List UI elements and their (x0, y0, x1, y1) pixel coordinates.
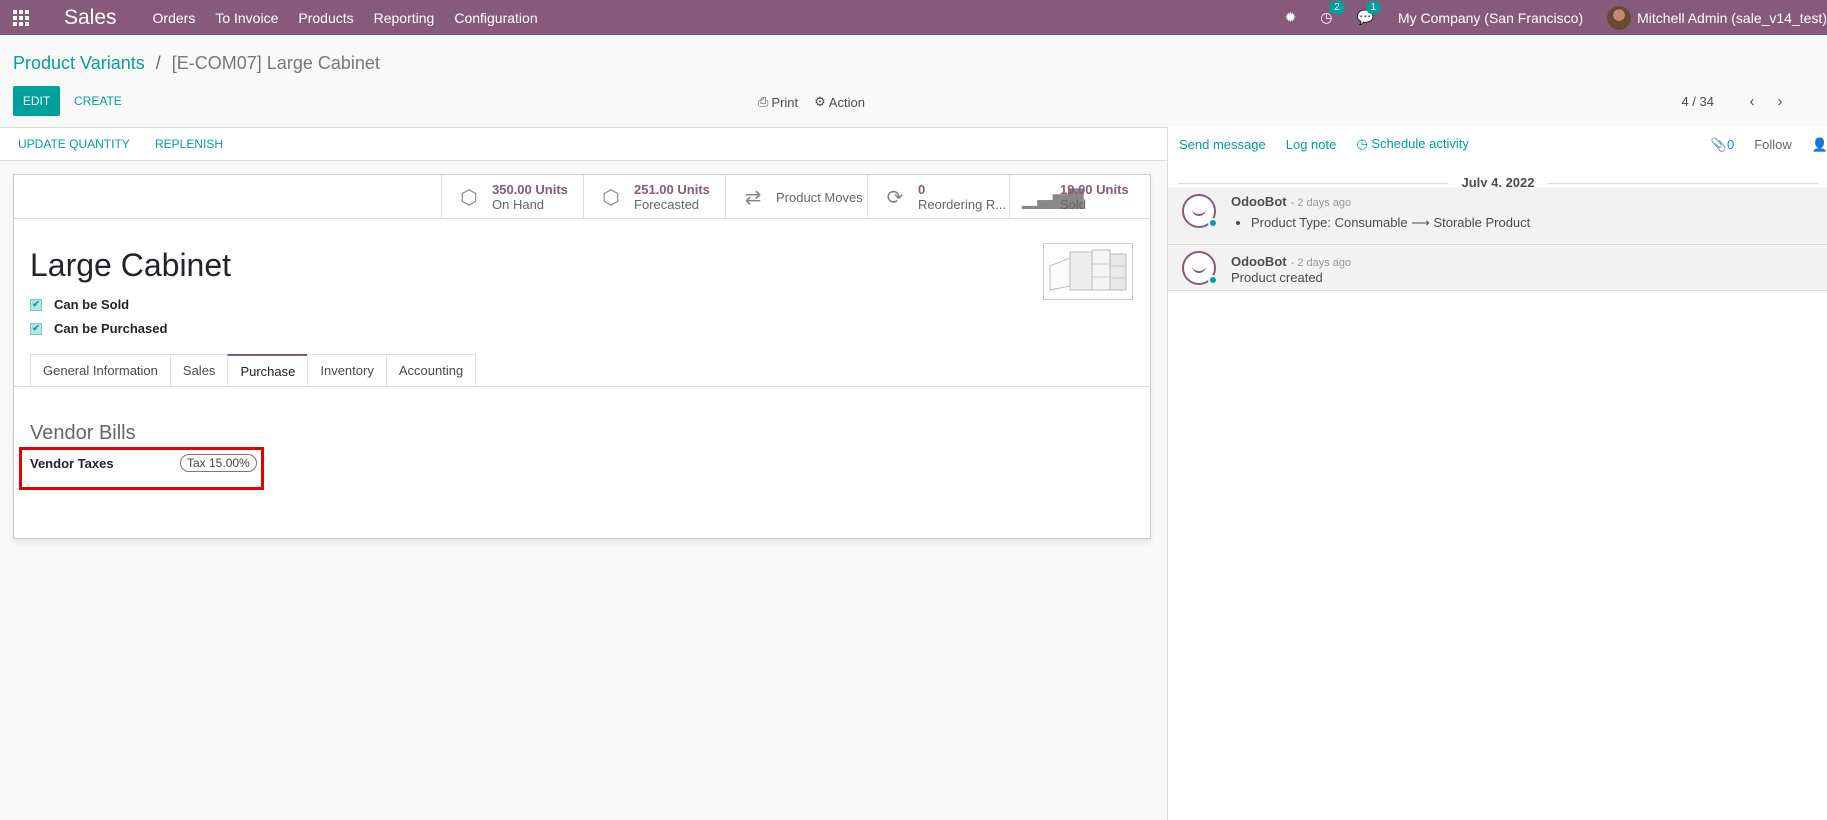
edit-button[interactable]: EDIT (13, 86, 60, 116)
tab-accounting[interactable]: Accounting (385, 354, 477, 387)
chevron-right-icon[interactable]: › (1766, 93, 1794, 110)
log-note-button[interactable]: Log note (1286, 137, 1337, 152)
company-switcher[interactable]: My Company (San Francisco) (1398, 10, 1583, 26)
sold-smart-button[interactable]: ▁▃▅▇ 19.00 Units Sold (1009, 175, 1150, 219)
cubes-icon: ⬡ (460, 186, 478, 209)
activity-count-badge: 2 (1329, 1, 1345, 14)
user-menu[interactable]: Mitchell Admin (sale_v14_test) (1607, 5, 1827, 30)
attachments-button[interactable]: 📎0 (1711, 137, 1734, 153)
breadcrumb-product-variants[interactable]: Product Variants (13, 53, 145, 73)
vendor-taxes-label: Vendor Taxes (30, 456, 114, 471)
can-be-sold-checkbox[interactable]: ✔ Can be Sold (30, 297, 129, 312)
chatter-panel: Send message Log note ◷ Schedule activit… (1167, 127, 1827, 820)
message-author[interactable]: OdooBot (1231, 254, 1287, 269)
schedule-activity-button[interactable]: ◷ Schedule activity (1356, 136, 1469, 152)
tabs-divider (14, 386, 1150, 387)
messaging-chat-icon[interactable]: 💬 1 (1357, 1, 1382, 26)
menu-reporting[interactable]: Reporting (374, 10, 435, 26)
followers-user-icon[interactable]: 👤 (1812, 137, 1827, 153)
heart-icon (1208, 275, 1218, 285)
menu-orders[interactable]: Orders (153, 10, 196, 26)
user-name: Mitchell Admin (sale_v14_test) (1637, 9, 1827, 26)
message-time: - 2 days ago (1290, 197, 1352, 209)
exchange-arrows-icon: ⇄ (744, 186, 762, 209)
user-avatar (1607, 5, 1632, 30)
tab-inventory[interactable]: Inventory (307, 354, 386, 387)
apps-menu-icon[interactable] (0, 0, 42, 35)
clock-icon: ◷ (1356, 136, 1372, 151)
record-pager: 4 / 34 ‹ › (1681, 93, 1794, 110)
forecasted-smart-button[interactable]: ⬡ 251.00 Units Forecasted (583, 175, 725, 219)
form-sheet: ⬡ 350.00 Units On Hand ⬡ 251.00 Units Fore… (13, 174, 1151, 539)
checkbox-checked-icon[interactable]: ✔ (30, 298, 42, 311)
product-name[interactable]: Large Cabinet (30, 247, 231, 284)
app-name[interactable]: Sales (64, 6, 117, 30)
chevron-left-icon[interactable]: ‹ (1738, 93, 1766, 110)
tab-general-information[interactable]: General Information (30, 354, 170, 387)
odoobot-avatar (1182, 194, 1218, 228)
pager-value[interactable]: 4 / 34 (1681, 94, 1714, 109)
message-body: Product created (1231, 270, 1323, 285)
on-hand-smart-button[interactable]: ⬡ 350.00 Units On Hand (441, 175, 583, 219)
cabinet-image-icon (1049, 249, 1127, 291)
notebook-tabs: General Information Sales Purchase Inven… (30, 354, 477, 387)
replenish-button[interactable]: REPLENISH (155, 137, 223, 151)
tracking-value: Product Type: Consumable ⟶ Storable Prod… (1251, 215, 1530, 231)
printer-icon: ⎙ (758, 94, 769, 109)
odoobot-avatar (1182, 251, 1218, 285)
breadcrumb-current: [E-COM07] Large Cabinet (171, 53, 380, 73)
menu-products[interactable]: Products (298, 10, 353, 26)
signal-bars-icon: ▁▃▅▇ (1022, 186, 1084, 209)
chatter-topbar: Send message Log note ◷ Schedule activit… (1168, 127, 1827, 161)
cubes-icon: ⬡ (602, 186, 620, 209)
follow-button[interactable]: Follow (1754, 137, 1792, 153)
tab-purchase[interactable]: Purchase (227, 354, 308, 387)
breadcrumb-separator: / (155, 53, 161, 73)
tab-sales[interactable]: Sales (169, 354, 228, 387)
message-author[interactable]: OdooBot (1231, 194, 1287, 209)
menu-to-invoice[interactable]: To Invoice (215, 10, 278, 26)
print-action-group: ⎙ Print ⚙ Action (758, 94, 865, 110)
can-be-purchased-checkbox[interactable]: ✔ Can be Purchased (30, 321, 167, 336)
print-dropdown[interactable]: ⎙ Print (758, 94, 798, 110)
heart-icon (1208, 218, 1218, 228)
top-navbar: Sales Orders To Invoice Products Reporti… (0, 0, 1827, 35)
send-message-button[interactable]: Send message (1179, 137, 1266, 152)
checkbox-checked-icon[interactable]: ✔ (30, 322, 42, 335)
chatter-message: OdooBot- 2 days ago Product Type: Consum… (1168, 187, 1827, 245)
product-moves-smart-button[interactable]: ⇄ Product Moves (725, 175, 867, 219)
gear-icon: ⚙ (814, 94, 826, 109)
message-time: - 2 days ago (1290, 257, 1352, 269)
product-image[interactable] (1043, 243, 1133, 300)
update-quantity-button[interactable]: UPDATE QUANTITY (18, 137, 130, 151)
vendor-bills-heading: Vendor Bills (30, 422, 136, 444)
refresh-icon: ⟳ (886, 186, 904, 209)
menu-configuration[interactable]: Configuration (454, 10, 537, 26)
activity-clock-icon[interactable]: ◷ 2 (1320, 1, 1345, 26)
chatter-message: OdooBot - 2 days ago Product created (1168, 246, 1827, 291)
vendor-tax-tag[interactable]: Tax 15.00% (180, 454, 257, 472)
smart-buttons-row: ⬡ 350.00 Units On Hand ⬡ 251.00 Units Fore… (14, 175, 1150, 219)
reordering-rules-smart-button[interactable]: ⟳ 0 Reordering R... (867, 175, 1009, 219)
debug-bug-icon[interactable]: ✹ (1285, 9, 1297, 26)
paperclip-icon: 📎 (1710, 137, 1727, 152)
action-dropdown[interactable]: ⚙ Action (814, 94, 865, 110)
message-count-badge: 1 (1365, 1, 1382, 14)
form-statusbar: UPDATE QUANTITY REPLENISH (0, 128, 1167, 161)
breadcrumb: Product Variants / [E-COM07] Large Cabin… (13, 53, 380, 74)
create-button[interactable]: CREATE (72, 86, 124, 116)
